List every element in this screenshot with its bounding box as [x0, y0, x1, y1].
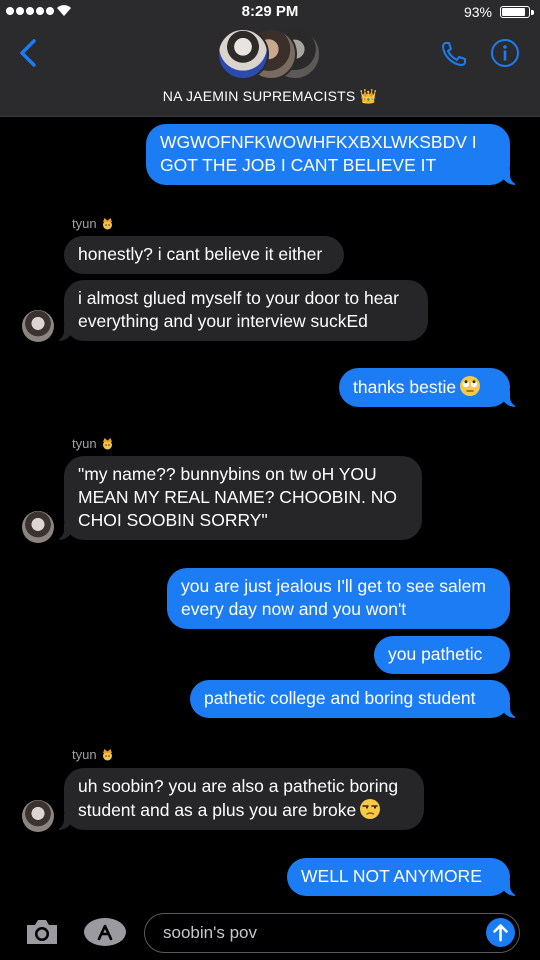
conversation-header: NA JAEMIN SUPREMACISTS 👑: [0, 24, 540, 117]
status-bar: 8:29 PM 93%: [0, 0, 540, 24]
sent-message[interactable]: you pathetic: [374, 636, 510, 674]
group-avatars[interactable]: [217, 28, 325, 80]
message-text: uh soobin? you are also a pathetic borin…: [78, 776, 399, 820]
received-message[interactable]: honestly? i cant believe it either: [64, 236, 344, 274]
sender-label: tyun: [72, 436, 97, 451]
input-placeholder: soobin's pov: [163, 923, 257, 942]
sender-label: tyun: [72, 216, 97, 231]
message-text: thanks bestie: [353, 377, 457, 397]
message-text: WELL NOT ANYMORE: [301, 866, 482, 886]
compose-bar: soobin's pov: [0, 904, 540, 960]
message-text: WGWOFNFKWOWHFKXBXLWKSBDV I GOT THE JOB I…: [160, 132, 477, 175]
sent-message[interactable]: WELL NOT ANYMORE: [287, 858, 520, 896]
sender-name: tyun: [72, 436, 114, 451]
battery-icon: [500, 6, 534, 18]
sent-message[interactable]: WGWOFNFKWOWHFKXBXLWKSBDV I GOT THE JOB I…: [146, 124, 520, 185]
sender-name: tyun: [72, 747, 114, 762]
message-text: i almost glued myself to your door to he…: [78, 288, 399, 331]
info-icon[interactable]: [490, 38, 520, 68]
crown-emoji-icon: [102, 749, 112, 761]
avatar[interactable]: [22, 511, 54, 543]
status-time: 8:29 PM: [241, 3, 299, 20]
received-message[interactable]: i almost glued myself to your door to he…: [54, 280, 428, 341]
sender-name: tyun: [72, 216, 114, 231]
rolling-eyes-emoji-icon: [460, 376, 481, 396]
app-store-icon[interactable]: [83, 917, 127, 947]
avatar[interactable]: [22, 800, 54, 832]
avatar: [217, 28, 269, 80]
message-text: "my name?? bunnybins on tw oH YOU MEAN M…: [78, 464, 397, 530]
crown-emoji-icon: [102, 218, 112, 230]
send-button[interactable]: [486, 918, 515, 947]
unamused-emoji-icon: [360, 799, 381, 819]
battery-percentage: 93%: [463, 4, 492, 20]
message-text: honestly? i cant believe it either: [78, 244, 323, 264]
sent-message[interactable]: you are just jealous I'll get to see sal…: [167, 568, 510, 629]
sender-label: tyun: [72, 747, 97, 762]
crown-emoji-icon: [102, 438, 112, 450]
message-text: you are just jealous I'll get to see sal…: [181, 576, 486, 619]
sent-message[interactable]: thanks bestie: [339, 368, 520, 407]
send-arrow-icon: [493, 924, 508, 942]
received-message[interactable]: uh soobin? you are also a pathetic borin…: [54, 768, 424, 830]
avatar[interactable]: [22, 310, 54, 342]
phone-icon[interactable]: [440, 40, 468, 68]
camera-icon[interactable]: [24, 917, 60, 947]
sent-message[interactable]: pathetic college and boring student: [190, 680, 520, 718]
message-input[interactable]: soobin's pov: [144, 913, 520, 953]
group-name[interactable]: NA JAEMIN SUPREMACISTS 👑: [0, 88, 540, 105]
message-text: you pathetic: [388, 644, 483, 664]
back-chevron-icon[interactable]: [16, 38, 40, 68]
message-text: pathetic college and boring student: [204, 688, 476, 708]
received-message[interactable]: "my name?? bunnybins on tw oH YOU MEAN M…: [54, 456, 422, 540]
